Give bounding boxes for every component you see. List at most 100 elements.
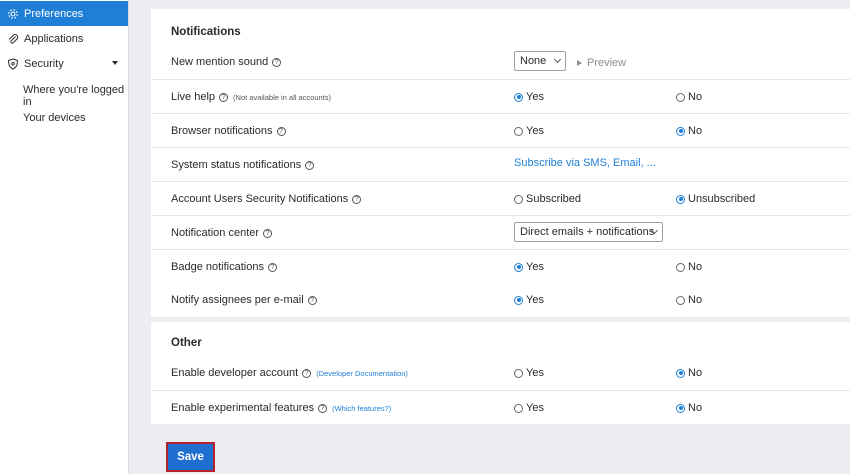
select-value: None <box>520 55 547 67</box>
assignees-no-radio[interactable]: No <box>676 294 702 306</box>
radio-unselected[interactable] <box>514 403 523 413</box>
option-label: No <box>688 125 703 137</box>
row-security-notifications: Account Users Security Notifications ? S… <box>151 181 850 215</box>
row-system-status: System status notifications ? Subscribe … <box>151 147 850 181</box>
developer-no-radio[interactable]: No <box>676 367 702 379</box>
label-text: System status notifications <box>171 159 302 171</box>
label-text: Account Users Security Notifications <box>171 193 349 205</box>
label-text: Badge notifications <box>171 261 264 273</box>
paperclip-icon <box>7 33 19 45</box>
help-icon[interactable]: ? <box>352 194 362 204</box>
option-label: Yes <box>526 91 544 103</box>
gear-icon <box>7 8 19 20</box>
radio-selected[interactable] <box>514 295 523 305</box>
row-label: Notification center ? <box>171 227 273 239</box>
option-label: Subscribed <box>526 193 582 205</box>
option-label: No <box>688 402 703 414</box>
sidebar-item-security[interactable]: Security <box>0 51 128 76</box>
radio-unselected[interactable] <box>514 194 523 204</box>
row-label: Enable developer account ? (Developer Do… <box>171 367 408 379</box>
help-icon[interactable]: ? <box>263 228 273 238</box>
help-icon[interactable]: ? <box>318 403 328 413</box>
row-label: System status notifications ? <box>171 159 315 171</box>
radio-selected[interactable] <box>676 403 685 413</box>
shield-icon <box>7 57 19 70</box>
option-label: No <box>688 261 703 273</box>
developer-docs-link[interactable]: (Developer Documentation) <box>316 369 408 378</box>
help-icon[interactable]: ? <box>302 368 312 378</box>
row-mention-sound: New mention sound ? None Preview <box>151 45 850 79</box>
help-icon[interactable]: ? <box>219 92 229 102</box>
unsubscribed-radio[interactable]: Unsubscribed <box>676 193 755 205</box>
sidebar-subitem-devices[interactable]: Your devices <box>23 112 86 124</box>
row-label: Account Users Security Notifications ? <box>171 193 362 205</box>
badge-no-radio[interactable]: No <box>676 261 702 273</box>
live-help-yes-radio[interactable]: Yes <box>514 91 544 103</box>
help-icon[interactable]: ? <box>307 295 317 305</box>
which-features-link[interactable]: (Which features?) <box>332 404 391 413</box>
option-label: Yes <box>526 367 544 379</box>
notifications-panel: Notifications New mention sound ? None P… <box>151 9 850 317</box>
experimental-yes-radio[interactable]: Yes <box>514 402 544 414</box>
radio-selected[interactable] <box>676 126 685 136</box>
option-label: Yes <box>526 261 544 273</box>
sidebar-item-preferences[interactable]: Preferences <box>0 1 128 26</box>
option-label: Yes <box>526 294 544 306</box>
help-icon[interactable]: ? <box>305 160 315 170</box>
browser-yes-radio[interactable]: Yes <box>514 125 544 137</box>
option-label: No <box>688 367 703 379</box>
label-text: New mention sound <box>171 56 269 68</box>
live-help-no-radio[interactable]: No <box>676 91 702 103</box>
label-note: (Not available in all accounts) <box>233 92 332 102</box>
radio-unselected[interactable] <box>514 368 523 378</box>
label-text: Enable developer account <box>171 367 299 379</box>
help-icon[interactable]: ? <box>267 262 277 272</box>
section-title-other: Other <box>171 337 202 349</box>
mention-sound-select[interactable]: None <box>514 51 566 71</box>
help-icon[interactable]: ? <box>276 126 286 136</box>
select-value: Direct emails + notifications <box>520 226 655 238</box>
option-label: Unsubscribed <box>688 193 756 205</box>
badge-yes-radio[interactable]: Yes <box>514 261 544 273</box>
subscribed-radio[interactable]: Subscribed <box>514 193 581 205</box>
radio-selected[interactable] <box>676 194 685 204</box>
sidebar-subitem-logged-in[interactable]: Where you're logged in <box>23 84 128 108</box>
radio-unselected[interactable] <box>514 126 523 136</box>
sidebar-item-applications[interactable]: Applications <box>0 26 128 51</box>
option-label: Yes <box>526 125 544 137</box>
row-notify-assignees: Notify assignees per e-mail ? Yes No <box>151 283 850 317</box>
developer-yes-radio[interactable]: Yes <box>514 367 544 379</box>
section-title-notifications: Notifications <box>171 26 241 38</box>
browser-no-radio[interactable]: No <box>676 125 702 137</box>
row-label: Live help ? (Not available in all accoun… <box>171 91 331 103</box>
radio-unselected[interactable] <box>676 295 685 305</box>
radio-unselected[interactable] <box>676 262 685 272</box>
sidebar-item-label: Applications <box>24 32 84 45</box>
experimental-no-radio[interactable]: No <box>676 402 702 414</box>
row-label: Notify assignees per e-mail ? <box>171 294 317 306</box>
save-button[interactable]: Save <box>166 442 215 472</box>
row-live-help: Live help ? (Not available in all accoun… <box>151 79 850 113</box>
option-label: No <box>688 294 703 306</box>
radio-selected[interactable] <box>514 262 523 272</box>
notification-center-select[interactable]: Direct emails + notifications <box>514 222 663 242</box>
play-icon <box>577 60 582 66</box>
other-panel: Other Enable developer account ? (Develo… <box>151 322 850 424</box>
row-notification-center: Notification center ? Direct emails + no… <box>151 215 850 249</box>
label-text: Live help <box>171 91 216 103</box>
label-text: Notify assignees per e-mail <box>171 294 304 306</box>
radio-selected[interactable] <box>514 92 523 102</box>
radio-selected[interactable] <box>676 368 685 378</box>
row-developer-account: Enable developer account ? (Developer Do… <box>151 356 850 390</box>
label-text: Enable experimental features <box>171 402 315 414</box>
assignees-yes-radio[interactable]: Yes <box>514 294 544 306</box>
preview-button[interactable]: Preview <box>577 57 626 69</box>
help-icon[interactable]: ? <box>272 57 282 67</box>
label-text: Notification center <box>171 227 260 239</box>
row-label: Badge notifications ? <box>171 261 277 273</box>
subscribe-link[interactable]: Subscribe via SMS, Email, ... <box>514 157 656 169</box>
option-label: No <box>688 91 703 103</box>
chevron-down-icon[interactable] <box>112 61 118 65</box>
radio-unselected[interactable] <box>676 92 685 102</box>
row-label: Browser notifications ? <box>171 125 286 137</box>
